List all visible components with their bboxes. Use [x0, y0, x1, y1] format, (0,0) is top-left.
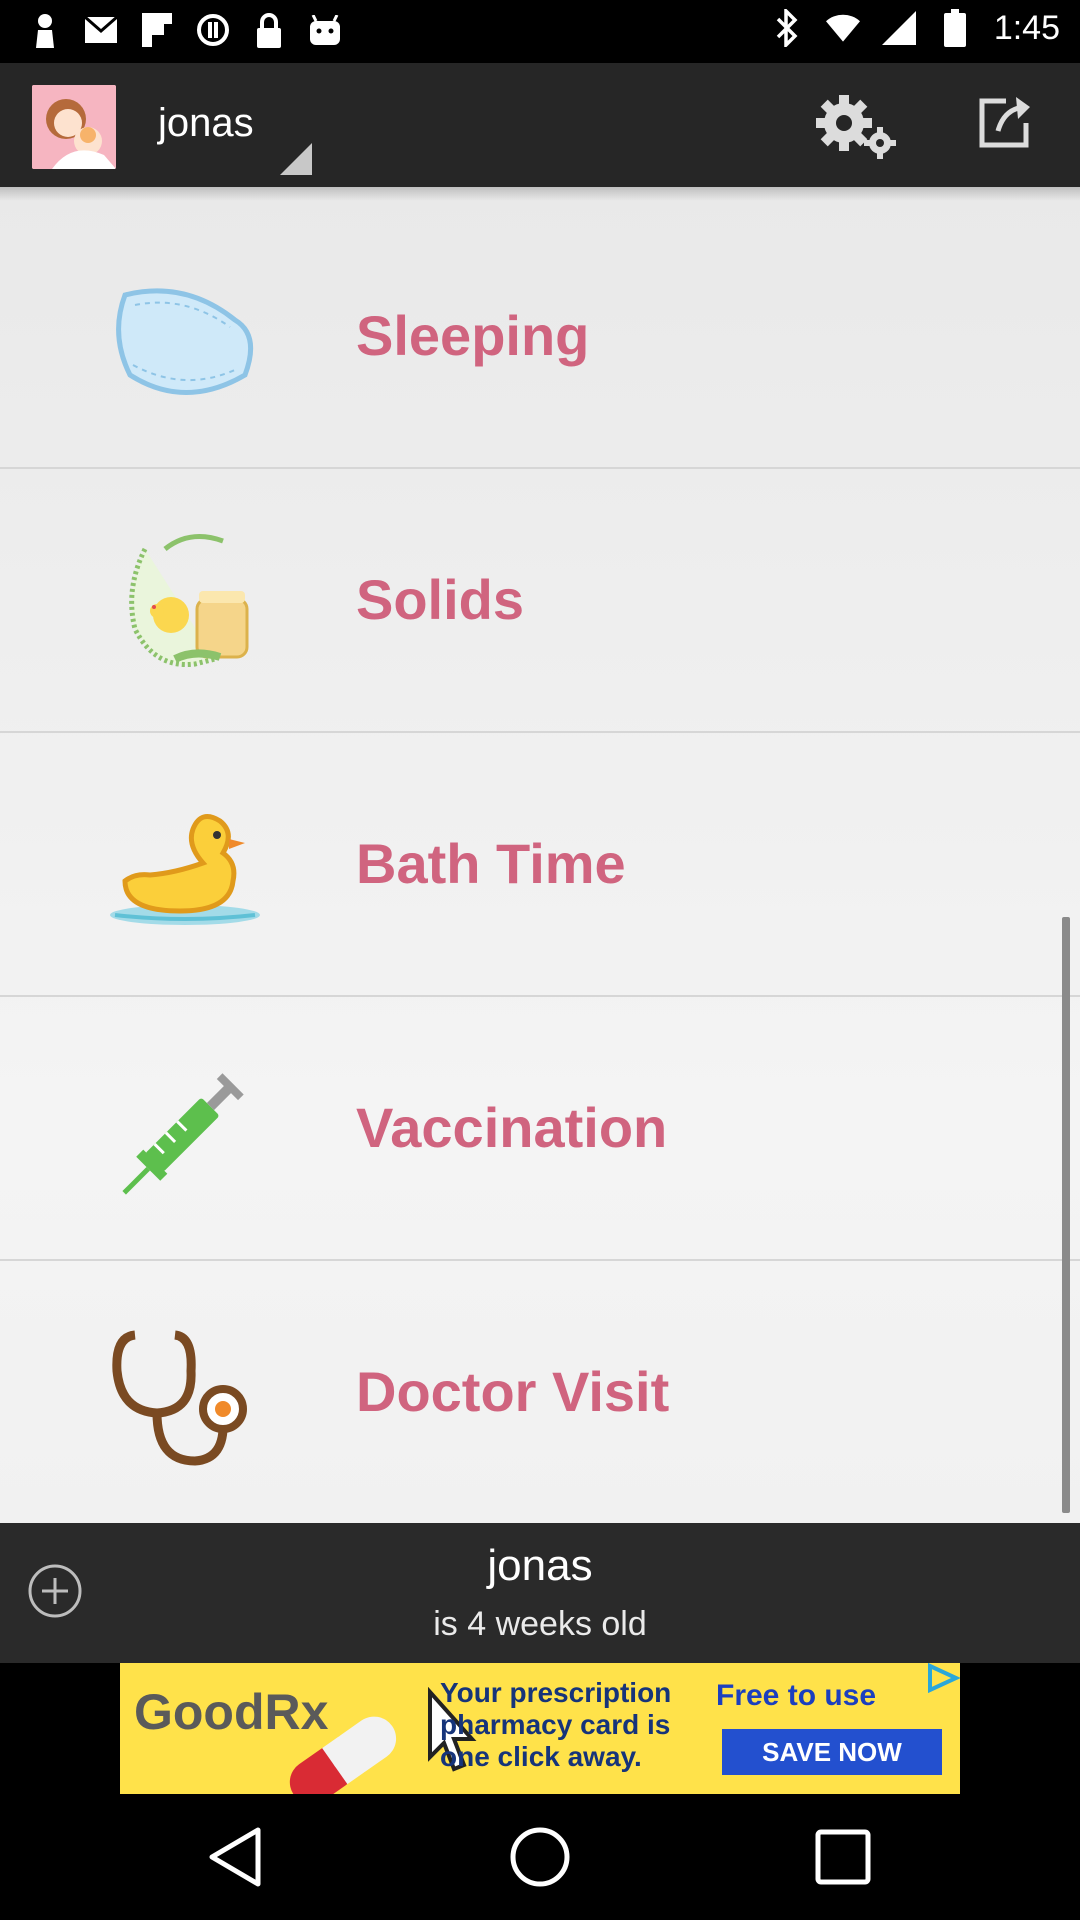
- signal-icon: [881, 8, 916, 48]
- ad-cta-button[interactable]: SAVE NOW: [722, 1729, 942, 1775]
- activity-list: Sleeping Solids Bath Time Vaccination Do…: [0, 187, 1080, 1523]
- duck-icon: [105, 793, 265, 943]
- person-icon: [28, 10, 62, 50]
- list-item-doctor-visit[interactable]: Doctor Visit: [0, 1261, 1080, 1523]
- account-selector[interactable]: jonas: [158, 101, 254, 146]
- dropdown-triangle-icon[interactable]: [280, 143, 312, 175]
- list-item-solids[interactable]: Solids: [0, 469, 1080, 733]
- home-icon[interactable]: [507, 1824, 573, 1890]
- back-icon[interactable]: [204, 1824, 270, 1890]
- pillow-icon: [105, 265, 265, 415]
- system-icons: 1:45: [770, 8, 1060, 48]
- ad-banner[interactable]: GoodRx Your prescription pharmacy card i…: [120, 1663, 960, 1794]
- app-bar-shadow: [0, 187, 1080, 201]
- avatar[interactable]: [32, 85, 116, 169]
- notification-icons: [28, 10, 342, 50]
- baby-info-bar: jonas is 4 weeks old: [0, 1523, 1080, 1663]
- bluetooth-icon: [770, 8, 804, 48]
- list-item-label: Vaccination: [356, 1096, 668, 1159]
- share-icon[interactable]: [976, 93, 1034, 151]
- mail-icon: [84, 10, 118, 50]
- list-item-sleeping[interactable]: Sleeping: [0, 205, 1080, 469]
- wifi-icon: [825, 8, 860, 48]
- list-item-label: Sleeping: [356, 304, 590, 367]
- baby-age: is 4 weeks old: [433, 1605, 647, 1643]
- status-time: 1:45: [993, 8, 1060, 47]
- list-item-bath-time[interactable]: Bath Time: [0, 733, 1080, 997]
- list-item-label: Doctor Visit: [356, 1360, 670, 1423]
- ad-copy: Your prescription pharmacy card is one c…: [440, 1677, 672, 1772]
- ad-tagline: Free to use: [716, 1679, 877, 1712]
- navigation-bar: [0, 1794, 1080, 1920]
- lock-icon: [252, 10, 286, 50]
- ad-choices-icon[interactable]: [924, 1663, 960, 1694]
- circle-icon: [196, 10, 230, 50]
- list-item-label: Solids: [356, 568, 525, 631]
- syringe-icon: [105, 1057, 265, 1207]
- flipboard-icon: [140, 10, 174, 50]
- baby-name: jonas: [487, 1541, 593, 1590]
- bib-icon: [105, 529, 265, 679]
- android-icon: [308, 10, 342, 50]
- list-item-label: Bath Time: [356, 832, 626, 895]
- settings-icon[interactable]: [812, 93, 902, 159]
- ad-brand: GoodRx: [134, 1684, 329, 1740]
- recents-icon[interactable]: [810, 1824, 876, 1890]
- app-bar: jonas: [0, 63, 1080, 187]
- list-item-vaccination[interactable]: Vaccination: [0, 997, 1080, 1261]
- status-bar: 1:45: [0, 0, 1080, 63]
- stethoscope-icon: [105, 1321, 265, 1471]
- scrollbar[interactable]: [1062, 917, 1070, 1513]
- battery-icon: [938, 8, 972, 48]
